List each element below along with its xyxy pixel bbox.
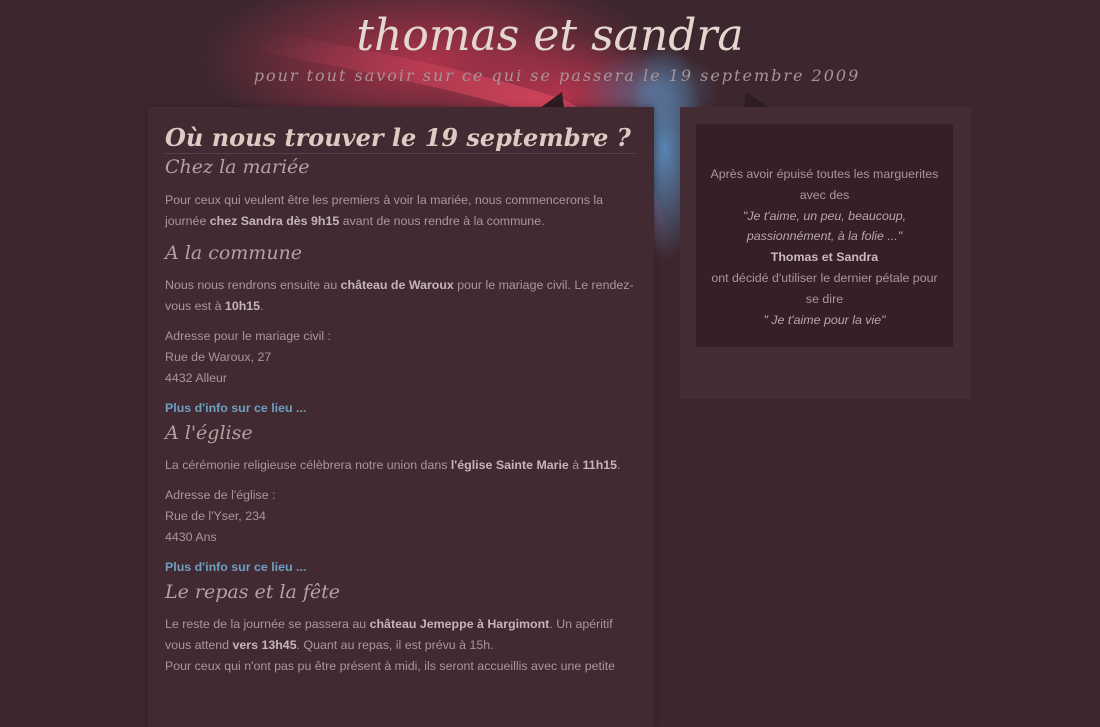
more-info-link-commune[interactable]: Plus d'info sur ce lieu ...	[165, 398, 635, 419]
sidebar-line: se dire	[805, 291, 844, 306]
text-bold: château de Waroux	[340, 278, 454, 292]
sidebar-quote-text: Après avoir épuisé toutes les marguerite…	[696, 164, 953, 330]
address-eglise: Adresse de l'église : Rue de l'Yser, 234 4…	[165, 485, 635, 548]
text-part: avant de nous rendre à la commune.	[339, 214, 545, 228]
site-header: thomas et sandra pour tout savoir sur ce…	[0, 0, 1100, 100]
sidebar-quote: "Je t'aime, un peu, beaucoup,	[742, 208, 907, 223]
text-part: Nous nous rendrons ensuite au	[165, 278, 341, 292]
address-line: Adresse pour le mariage civil :	[165, 329, 331, 343]
text-part: Pour ceux qui n'ont pas pu être présent …	[165, 659, 616, 673]
section-title-eglise: A l'église	[165, 422, 253, 444]
text-part: .	[617, 458, 621, 472]
sidebar-panel: Après avoir épuisé toutes les marguerite…	[680, 107, 971, 399]
section-text-eglise: La cérémonie religieuse célèbrera notre …	[165, 455, 635, 476]
address-line: Rue de l'Yser, 234	[165, 509, 266, 523]
section-title-repas: Le repas et la fête	[165, 581, 341, 603]
text-bold: vers 13h45	[232, 638, 297, 652]
main-content: Où nous trouver le 19 septembre ? Chez l…	[165, 123, 635, 677]
address-line: 4432 Alleur	[165, 371, 228, 385]
main-content-panel: Où nous trouver le 19 septembre ? Chez l…	[148, 107, 654, 727]
section-title-mariee: Chez la mariée	[165, 156, 310, 178]
page-heading: Où nous trouver le 19 septembre ?	[165, 123, 635, 154]
text-part: .	[260, 299, 264, 313]
section-text-commune: Nous nous rendrons ensuite au château de…	[165, 275, 635, 317]
text-bold: chez Sandra dès 9h15	[209, 214, 340, 228]
section-text-repas: Le reste de la journée se passera au châ…	[165, 614, 635, 677]
site-tagline: pour tout savoir sur ce qui se passera l…	[253, 66, 861, 85]
sidebar-line: avec des	[799, 187, 850, 202]
address-line: 4430 Ans	[165, 530, 217, 544]
section-text-mariee: Pour ceux qui veulent être les premiers …	[165, 190, 635, 232]
text-part: La cérémonie religieuse célèbrera notre …	[165, 458, 451, 472]
sidebar-line: Après avoir épuisé toutes les marguerite…	[710, 167, 939, 181]
address-line: Adresse de l'église :	[165, 488, 276, 502]
address-line: Rue de Waroux, 27	[165, 350, 272, 364]
text-bold: 10h15	[224, 299, 261, 313]
text-part: à	[568, 458, 583, 472]
text-part: Le reste de la journée se passera au	[165, 617, 370, 631]
sidebar-quote: passionnément, à la folie ..."	[746, 229, 903, 244]
sidebar-quote: " Je t'aime pour la vie"	[763, 312, 886, 327]
section-title-commune: A la commune	[165, 242, 303, 264]
text-bold: l'église Sainte Marie	[450, 458, 569, 472]
sidebar-quote-box: Après avoir épuisé toutes les marguerite…	[696, 124, 953, 347]
more-info-link-eglise[interactable]: Plus d'info sur ce lieu ...	[165, 557, 635, 578]
sidebar-line: ont décidé d'utiliser le dernier pétale …	[711, 270, 938, 285]
text-bold: château Jemeppe à Hargimont	[369, 617, 550, 631]
text-bold: 11h15	[582, 458, 618, 472]
sidebar-names: Thomas et Sandra	[770, 250, 879, 265]
text-part: . Quant au repas, il est prévu à 15h.	[296, 638, 494, 652]
site-title: thomas et sandra	[356, 10, 744, 61]
address-commune: Adresse pour le mariage civil : Rue de Wa…	[165, 326, 635, 389]
